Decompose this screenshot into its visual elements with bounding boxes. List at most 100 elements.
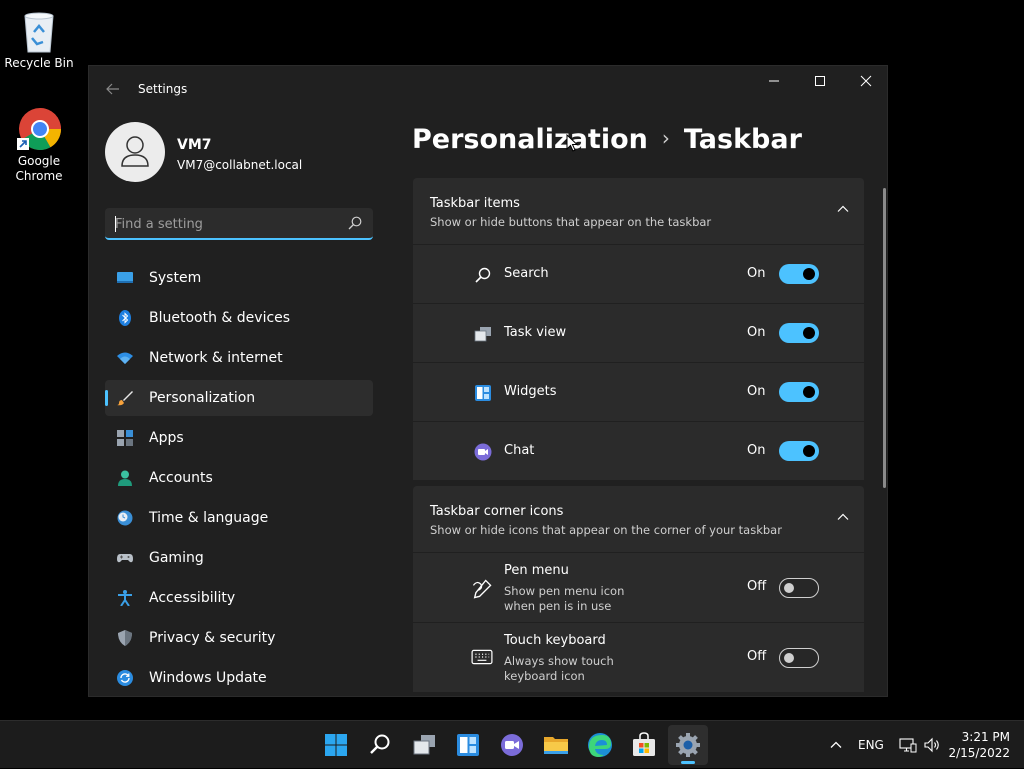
user-profile[interactable]: VM7 VM7@collabnet.local <box>105 122 375 184</box>
taskbar-search-button[interactable] <box>360 725 400 765</box>
recycle-bin-icon <box>17 8 61 53</box>
store-icon <box>633 732 655 756</box>
system-icon <box>117 272 133 283</box>
sidebar-item-gaming[interactable]: Gaming <box>105 540 373 576</box>
widgets-button[interactable] <box>448 725 488 765</box>
minimize-icon <box>769 80 779 82</box>
edge-button[interactable] <box>580 725 620 765</box>
widgets-icon <box>475 385 491 401</box>
minimize-button[interactable] <box>751 68 797 98</box>
clock-globe-icon <box>117 510 133 526</box>
chat-button[interactable] <box>492 725 532 765</box>
sidebar-item-network[interactable]: Network & internet <box>105 340 373 376</box>
volume-icon[interactable] <box>923 737 941 753</box>
sidebar-item-system[interactable]: System <box>105 260 373 296</box>
desktop-icon-label: Recycle Bin <box>4 56 74 70</box>
taskbar-items-header[interactable]: Taskbar items Show or hide buttons that … <box>413 178 864 244</box>
setting-row-widgets: Widgets On <box>413 363 864 421</box>
search-input[interactable] <box>115 214 335 234</box>
settings-content: Taskbar items Show or hide buttons that … <box>413 178 864 696</box>
clock[interactable]: 3:21 PM 2/15/2022 <box>948 729 1010 761</box>
chevron-up-icon[interactable] <box>836 510 850 524</box>
active-app-indicator <box>681 761 695 764</box>
text-caret <box>115 216 116 232</box>
widgets-icon <box>457 734 479 756</box>
sidebar-item-label: Network & internet <box>149 350 283 366</box>
setting-description: Always show touch keyboard icon <box>504 654 614 683</box>
task-view-button[interactable] <box>404 725 444 765</box>
search-icon[interactable] <box>347 215 363 231</box>
desktop-icon-google-chrome[interactable]: Google Chrome <box>0 106 78 184</box>
avatar <box>105 122 165 182</box>
setting-row-task-view: Task view On <box>413 304 864 362</box>
taskbar: ENG 3:21 PM 2/15/2022 <box>0 720 1024 768</box>
gamepad-icon <box>117 554 133 563</box>
setting-description: Show pen menu icon when pen is in use <box>504 584 625 613</box>
edge-icon <box>588 733 612 757</box>
setting-row-search: Search On <box>413 245 864 303</box>
sidebar-item-time-language[interactable]: Time & language <box>105 500 373 536</box>
settings-window: Settings VM7 VM7@collabnet.local Find a … <box>88 65 888 697</box>
settings-app-button[interactable] <box>668 725 708 765</box>
accounts-icon <box>118 470 132 486</box>
language-indicator[interactable]: ENG <box>858 738 884 752</box>
group-subtitle: Show or hide buttons that appear on the … <box>430 215 712 229</box>
sidebar-item-privacy-security[interactable]: Privacy & security <box>105 620 373 656</box>
arrow-left-icon <box>106 83 119 95</box>
back-button[interactable] <box>103 79 123 99</box>
windows-logo-icon <box>325 734 347 756</box>
scrollbar[interactable] <box>883 188 886 488</box>
toggle-state: Off <box>747 649 767 664</box>
sidebar-item-label: Personalization <box>149 390 256 406</box>
chrome-icon <box>17 106 62 151</box>
breadcrumb-current: Taskbar <box>683 124 802 155</box>
setting-label: Widgets <box>504 384 557 399</box>
sidebar-item-accounts[interactable]: Accounts <box>105 460 373 496</box>
chat-icon <box>474 443 492 461</box>
sidebar-item-label: Apps <box>149 430 184 446</box>
close-icon <box>860 75 872 87</box>
setting-label: Chat <box>504 443 535 458</box>
search-box[interactable] <box>105 208 373 240</box>
network-icon[interactable] <box>899 737 917 753</box>
chevron-up-icon[interactable] <box>836 202 850 216</box>
sidebar-item-label: Gaming <box>149 550 204 566</box>
group-title: Taskbar items <box>430 196 520 211</box>
sidebar-item-accessibility[interactable]: Accessibility <box>105 580 373 616</box>
sidebar-item-apps[interactable]: Apps <box>105 420 373 456</box>
breadcrumb-separator: › <box>661 126 670 150</box>
toggle-state: On <box>747 266 766 281</box>
sidebar-item-bluetooth[interactable]: Bluetooth & devices <box>105 300 373 336</box>
task-view-toggle[interactable] <box>779 323 819 343</box>
sidebar-item-personalization[interactable]: Personalization <box>105 380 373 416</box>
wifi-icon <box>117 352 133 364</box>
update-icon <box>117 670 133 686</box>
store-button[interactable] <box>624 725 664 765</box>
toggle-state: Off <box>747 579 767 594</box>
bluetooth-icon <box>119 310 131 326</box>
sidebar-item-windows-update[interactable]: Windows Update <box>105 660 373 696</box>
apps-icon <box>117 430 133 446</box>
pen-menu-toggle[interactable] <box>779 578 819 598</box>
close-button[interactable] <box>843 68 887 98</box>
user-email: VM7@collabnet.local <box>177 158 303 172</box>
desktop-icon-recycle-bin[interactable]: Recycle Bin <box>0 8 78 71</box>
chat-toggle[interactable] <box>779 441 819 461</box>
sidebar-item-label: Privacy & security <box>149 630 276 646</box>
chevron-up-icon[interactable] <box>828 737 844 753</box>
maximize-button[interactable] <box>797 68 843 98</box>
toggle-state: On <box>747 443 766 458</box>
app-title: Settings <box>138 82 188 96</box>
taskbar-corner-icons-header[interactable]: Taskbar corner icons Show or hide icons … <box>413 486 864 552</box>
file-explorer-button[interactable] <box>536 725 576 765</box>
setting-row-chat: Chat On <box>413 422 864 480</box>
group-subtitle: Show or hide icons that appear on the co… <box>430 523 782 537</box>
start-button[interactable] <box>316 725 356 765</box>
setting-label: Task view <box>504 325 567 340</box>
search-toggle[interactable] <box>779 264 819 284</box>
breadcrumb-parent[interactable]: Personalization <box>412 124 648 155</box>
accessibility-icon <box>118 590 132 606</box>
widgets-toggle[interactable] <box>779 382 819 402</box>
sidebar-item-label: Time & language <box>149 510 269 526</box>
touch-keyboard-toggle[interactable] <box>779 648 819 668</box>
